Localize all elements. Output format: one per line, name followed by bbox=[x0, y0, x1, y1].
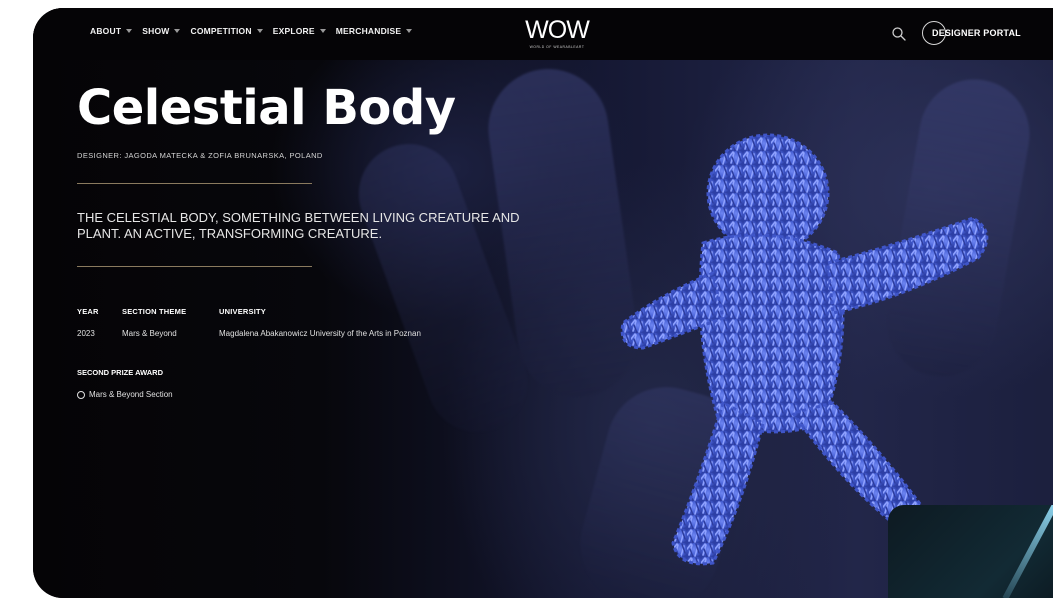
award-item-label: Mars & Beyond Section bbox=[89, 390, 173, 399]
award-label: SECOND PRIZE AWARD bbox=[77, 368, 163, 377]
search-button[interactable] bbox=[891, 26, 907, 42]
year-label: YEAR bbox=[77, 307, 99, 316]
divider bbox=[77, 183, 312, 184]
designer-portal-label: DESIGNER PORTAL bbox=[932, 28, 1021, 38]
top-navigation: ABOUT SHOW COMPETITION EXPLORE MERCHANDI… bbox=[33, 8, 1053, 60]
award-ring-icon bbox=[77, 390, 85, 399]
designer-credit: DESIGNER: JAGODA MATECKA & ZOFIA BRUNARS… bbox=[77, 151, 323, 160]
section-theme-value: Mars & Beyond bbox=[122, 329, 177, 338]
nav-item-label: COMPETITION bbox=[190, 26, 252, 36]
hero-frame: ABOUT SHOW COMPETITION EXPLORE MERCHANDI… bbox=[33, 8, 1053, 598]
section-theme-label: SECTION THEME bbox=[122, 307, 187, 316]
search-icon bbox=[892, 27, 906, 41]
university-value: Magdalena Abakanowicz University of the … bbox=[219, 329, 421, 338]
award-item: Mars & Beyond Section bbox=[77, 390, 173, 399]
university-label: UNIVERSITY bbox=[219, 307, 267, 316]
nav-item-competition[interactable]: COMPETITION bbox=[190, 26, 263, 36]
logo-text: WOW bbox=[525, 16, 590, 44]
divider bbox=[77, 266, 312, 267]
wow-logo[interactable]: WOW WORLD OF WEARABLEART bbox=[517, 14, 597, 56]
garment-tagline: THE CELESTIAL BODY, SOMETHING BETWEEN LI… bbox=[77, 210, 520, 241]
nav-item-about[interactable]: ABOUT bbox=[90, 26, 133, 36]
chevron-down-icon bbox=[256, 29, 263, 33]
nav-item-label: EXPLORE bbox=[272, 26, 315, 36]
nav-item-merchandise[interactable]: MERCHANDISE bbox=[335, 26, 413, 36]
logo-subtext: WORLD OF WEARABLEART bbox=[529, 45, 585, 49]
chevron-down-icon bbox=[174, 29, 181, 33]
nav-item-label: SHOW bbox=[142, 26, 170, 36]
next-look-thumbnail[interactable] bbox=[888, 505, 1053, 598]
chevron-down-icon bbox=[319, 29, 326, 33]
nav-item-explore[interactable]: EXPLORE bbox=[273, 26, 326, 36]
designer-portal-button[interactable]: DESIGNER PORTAL bbox=[922, 21, 1029, 45]
page-title: Celestial Body bbox=[77, 80, 456, 136]
nav-item-label: MERCHANDISE bbox=[335, 26, 402, 36]
nav-item-label: ABOUT bbox=[90, 26, 122, 36]
nav-item-show[interactable]: SHOW bbox=[142, 26, 181, 36]
nav-menu: ABOUT SHOW COMPETITION EXPLORE MERCHANDI… bbox=[90, 26, 413, 36]
chevron-down-icon bbox=[406, 29, 413, 33]
year-value: 2023 bbox=[77, 329, 95, 338]
chevron-down-icon bbox=[126, 29, 133, 33]
wow-logo-mark: WOW bbox=[525, 16, 591, 44]
